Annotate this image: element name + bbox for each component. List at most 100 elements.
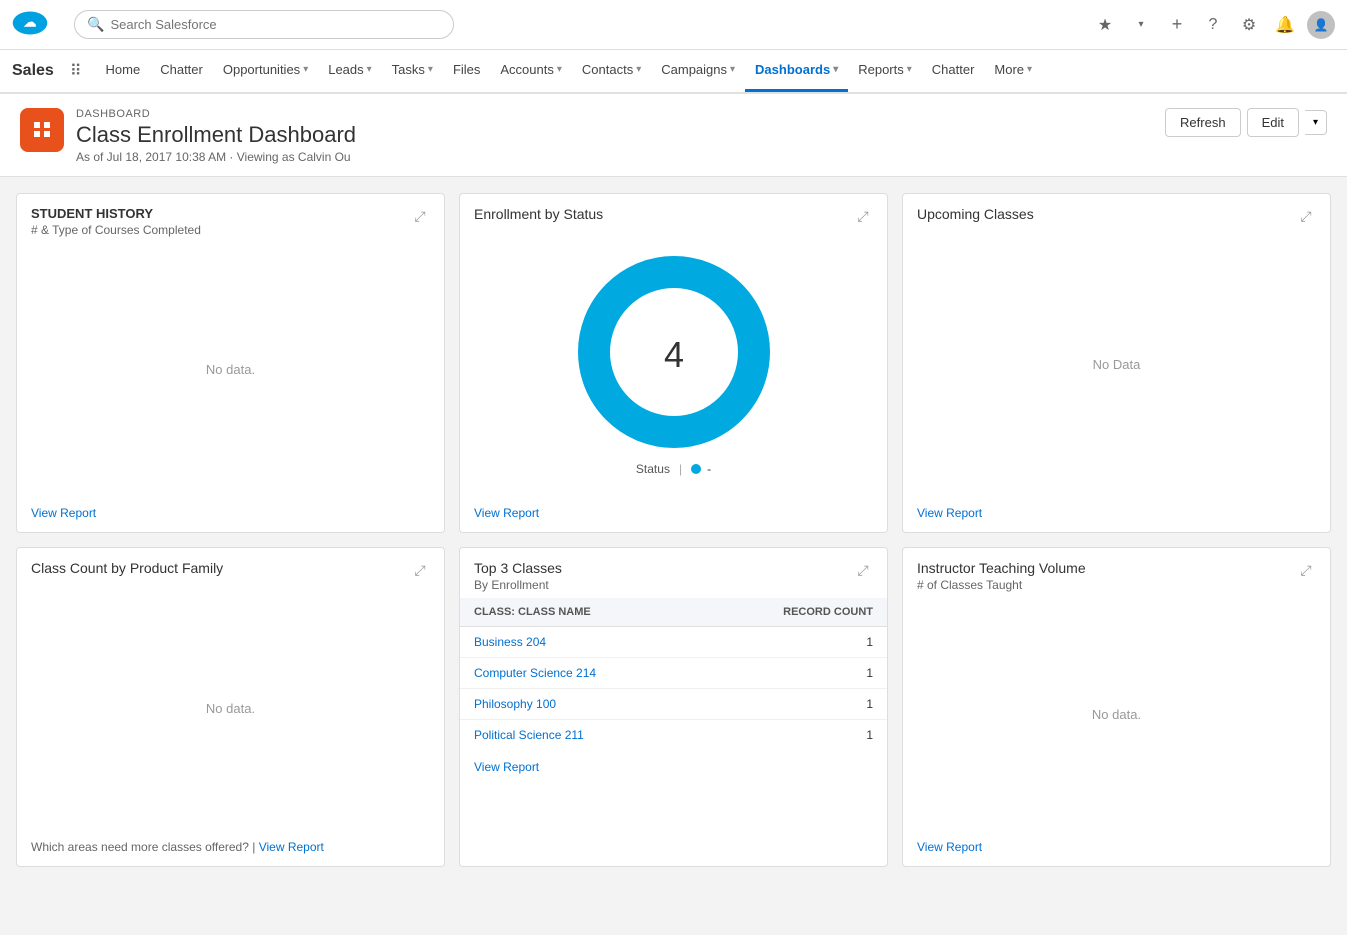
upcoming-classes-view-report[interactable]: View Report — [917, 506, 982, 520]
user-avatar[interactable]: 👤 — [1307, 11, 1335, 39]
class-count-no-data: No data. — [206, 701, 255, 716]
page-header-left: DASHBOARD Class Enrollment Dashboard As … — [20, 108, 356, 164]
top3-classes-expand-icon[interactable] — [853, 560, 873, 580]
search-icon: 🔍 — [87, 16, 104, 33]
edit-button[interactable]: Edit — [1247, 108, 1299, 137]
nav-item-home[interactable]: Home — [96, 50, 151, 92]
table-row: Computer Science 214 1 — [460, 658, 887, 689]
enrollment-status-expand-icon[interactable] — [853, 206, 873, 226]
upcoming-classes-header: Upcoming Classes — [903, 194, 1330, 232]
nav-item-chatter[interactable]: Chatter — [150, 50, 213, 92]
nav-item-campaigns[interactable]: Campaigns▾ — [651, 50, 745, 92]
top3-classes-footer: View Report — [460, 750, 887, 786]
table-row: Philosophy 100 1 — [460, 689, 887, 720]
edit-dropdown-button[interactable]: ▾ — [1305, 110, 1327, 135]
instructor-volume-body: No data. — [903, 598, 1330, 830]
class-count-expand-icon[interactable] — [410, 560, 430, 580]
table-row: Political Science 211 1 — [460, 720, 887, 751]
nav-item-reports[interactable]: Reports▾ — [848, 50, 922, 92]
col-class-name: CLASS: CLASS NAME — [460, 598, 699, 627]
instructor-volume-no-data: No data. — [1092, 707, 1141, 722]
class-count-footer: Which areas need more classes offered? |… — [17, 830, 444, 866]
top3-classes-card: Top 3 Classes By Enrollment CLASS: CLASS… — [459, 547, 888, 867]
favorites-icon[interactable]: ★ — [1091, 11, 1119, 39]
nav-item-opportunities[interactable]: Opportunities▾ — [213, 50, 318, 92]
student-history-expand-icon[interactable] — [410, 206, 430, 226]
nav-item-chatter2[interactable]: Chatter — [922, 50, 985, 92]
instructor-volume-title: Instructor Teaching Volume — [917, 560, 1086, 576]
nav-item-tasks[interactable]: Tasks▾ — [382, 50, 443, 92]
enrollment-status-header: Enrollment by Status — [460, 194, 887, 232]
upcoming-classes-expand-icon[interactable] — [1296, 206, 1316, 226]
enrollment-donut-chart: 4 — [574, 252, 774, 452]
topbar: ☁ 🔍 ★ ▾ + ? ⚙ 🔔 👤 — [0, 0, 1347, 50]
enrollment-donut-container: 4 Status | - — [460, 232, 887, 496]
student-history-title-block: STUDENT HISTORY # & Type of Courses Comp… — [31, 206, 201, 237]
salesforce-logo[interactable]: ☁ — [12, 5, 58, 44]
class-name-cell[interactable]: Computer Science 214 — [460, 658, 699, 689]
top3-classes-header: Top 3 Classes By Enrollment — [460, 548, 887, 598]
top3-classes-view-report[interactable]: View Report — [474, 760, 539, 774]
enrollment-status-view-report[interactable]: View Report — [474, 506, 539, 520]
instructor-volume-subtitle: # of Classes Taught — [917, 578, 1086, 592]
student-history-title: STUDENT HISTORY — [31, 206, 201, 221]
instructor-volume-card: Instructor Teaching Volume # of Classes … — [902, 547, 1331, 867]
record-count-cell: 1 — [699, 627, 887, 658]
enrollment-legend-item: - — [707, 462, 711, 476]
dashboard-grid: STUDENT HISTORY # & Type of Courses Comp… — [0, 177, 1347, 883]
top3-classes-title: Top 3 Classes — [474, 560, 562, 576]
nav-item-more[interactable]: More▾ — [984, 50, 1042, 92]
enrollment-legend-separator: | — [679, 462, 682, 476]
class-name-cell[interactable]: Political Science 211 — [460, 720, 699, 751]
student-history-subtitle: # & Type of Courses Completed — [31, 223, 201, 237]
top3-classes-table: CLASS: CLASS NAME RECORD COUNT Business … — [460, 598, 887, 750]
instructor-volume-title-block: Instructor Teaching Volume # of Classes … — [917, 560, 1086, 592]
search-input[interactable] — [110, 17, 441, 32]
table-row: Business 204 1 — [460, 627, 887, 658]
instructor-volume-header: Instructor Teaching Volume # of Classes … — [903, 548, 1330, 598]
class-name-cell[interactable]: Business 204 — [460, 627, 699, 658]
class-count-footer-text: Which areas need more classes offered? — [31, 840, 249, 854]
nav-brand: Sales — [12, 62, 54, 80]
top3-classes-subtitle: By Enrollment — [474, 578, 562, 592]
settings-icon[interactable]: ⚙ — [1235, 11, 1263, 39]
page-header-text: DASHBOARD Class Enrollment Dashboard As … — [76, 108, 356, 164]
record-count-cell: 1 — [699, 689, 887, 720]
enrollment-legend-dot — [691, 464, 701, 474]
student-history-card: STUDENT HISTORY # & Type of Courses Comp… — [16, 193, 445, 533]
instructor-volume-view-report[interactable]: View Report — [917, 840, 982, 854]
nav-item-dashboards[interactable]: Dashboards▾ — [745, 50, 848, 92]
favorites-dropdown-icon[interactable]: ▾ — [1127, 11, 1155, 39]
refresh-button[interactable]: Refresh — [1165, 108, 1241, 137]
top3-classes-title-block: Top 3 Classes By Enrollment — [474, 560, 562, 592]
enrollment-legend-label: Status — [636, 462, 670, 476]
enrollment-status-card: Enrollment by Status 4 Status | - View R… — [459, 193, 888, 533]
nav-item-files[interactable]: Files — [443, 50, 490, 92]
top3-classes-table-wrapper: CLASS: CLASS NAME RECORD COUNT Business … — [460, 598, 887, 750]
upcoming-classes-title: Upcoming Classes — [917, 206, 1034, 222]
upcoming-classes-card: Upcoming Classes No Data View Report — [902, 193, 1331, 533]
class-count-view-report[interactable]: View Report — [259, 840, 324, 854]
student-history-no-data: No data. — [206, 362, 255, 377]
page-title: Class Enrollment Dashboard — [76, 122, 356, 148]
search-bar[interactable]: 🔍 — [74, 10, 454, 39]
svg-text:4: 4 — [663, 334, 683, 375]
instructor-volume-expand-icon[interactable] — [1296, 560, 1316, 580]
student-history-header: STUDENT HISTORY # & Type of Courses Comp… — [17, 194, 444, 243]
dashboard-icon — [20, 108, 64, 152]
enrollment-legend: Status | - — [636, 462, 711, 476]
class-name-cell[interactable]: Philosophy 100 — [460, 689, 699, 720]
upcoming-classes-no-data: No Data — [1093, 357, 1141, 372]
nav-item-leads[interactable]: Leads▾ — [318, 50, 381, 92]
enrollment-status-title: Enrollment by Status — [474, 206, 603, 222]
upcoming-classes-body: No Data — [903, 232, 1330, 496]
plus-icon[interactable]: + — [1163, 11, 1191, 39]
notifications-icon[interactable]: 🔔 — [1271, 11, 1299, 39]
app-launcher-icon[interactable]: ⠿ — [70, 61, 82, 81]
nav-item-accounts[interactable]: Accounts▾ — [490, 50, 572, 92]
student-history-view-report[interactable]: View Report — [31, 506, 96, 520]
topbar-actions: ★ ▾ + ? ⚙ 🔔 👤 — [1091, 11, 1335, 39]
nav-item-contacts[interactable]: Contacts▾ — [572, 50, 651, 92]
col-record-count: RECORD COUNT — [699, 598, 887, 627]
help-icon[interactable]: ? — [1199, 11, 1227, 39]
